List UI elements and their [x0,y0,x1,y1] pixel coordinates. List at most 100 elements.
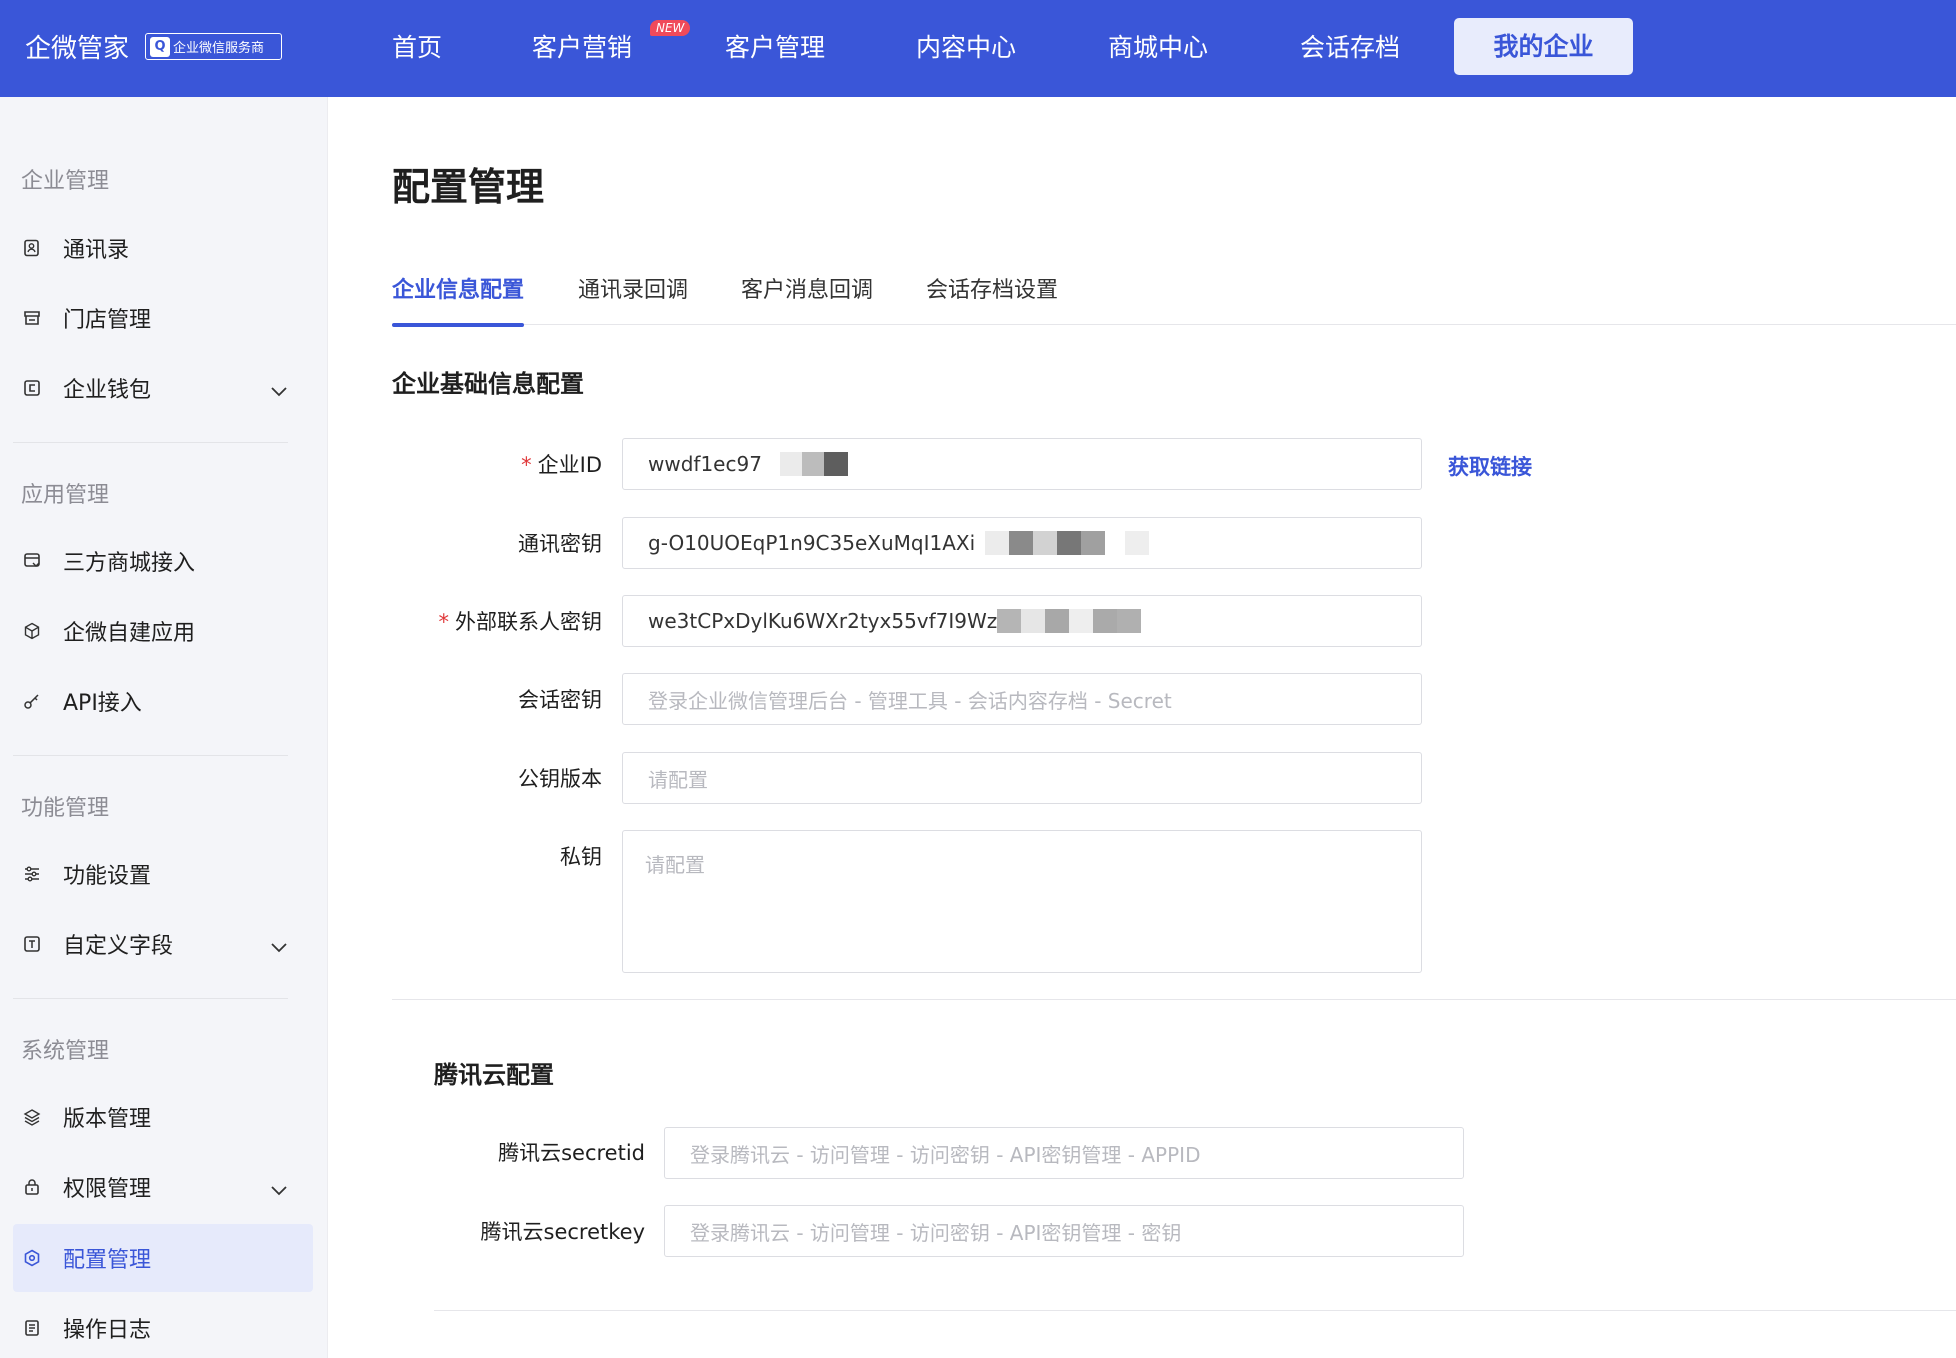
tencent-secretid-input[interactable]: 登录腾讯云 - 访问管理 - 访问密钥 - API密钥管理 - APPID [664,1127,1464,1179]
layers-icon [21,1106,43,1128]
sidebar-item-label: 自定义字段 [63,934,174,959]
label-text: 企业ID [537,453,602,477]
sidebar-item-custom-fields[interactable]: 自定义字段 [13,910,313,978]
mall-integration-icon [21,550,43,572]
sidebar-section-title: 功能管理 [21,796,110,821]
new-badge: NEW [650,20,691,36]
nav-session-archive[interactable]: 会话存档 [1300,28,1400,64]
sidebar-item-label: 通讯录 [63,238,130,263]
field-label-tencent-secretid: 腾讯云secretid [498,1141,645,1165]
cube-icon [21,620,43,642]
log-icon [21,1317,43,1339]
sidebar-item-label: API接入 [63,691,142,716]
field-label-session-secret: 会话密钥 [518,688,602,712]
redacted-block [1033,531,1058,555]
sliders-icon [21,863,43,885]
chevron-down-icon[interactable] [270,1177,288,1202]
nav-customer-marketing[interactable]: 客户营销 [532,28,632,64]
sidebar-section-title: 企业管理 [21,169,110,194]
section-divider [434,1310,1956,1311]
section-divider [392,999,1956,1000]
page-title: 配置管理 [392,165,545,209]
sidebar-section-title: 系统管理 [21,1039,110,1064]
sidebar-item-label: 权限管理 [63,1177,152,1202]
input-value: g-O10UOEqP1n9C35eXuMqI1AXi [648,531,976,555]
get-link-button[interactable]: 获取链接 [1448,451,1532,481]
sidebar-item-function-settings[interactable]: 功能设置 [13,840,313,908]
sidebar-divider [13,998,288,999]
private-key-textarea[interactable]: 请配置 [622,830,1422,973]
redacted-block [1021,609,1046,633]
external-contact-secret-input[interactable]: we3tCPxDylKu6WXr2tyx55vf7I9Wz [622,595,1422,647]
tab-enterprise-info[interactable]: 企业信息配置 [392,272,525,327]
sidebar-item-permissions[interactable]: 权限管理 [13,1153,313,1221]
redacted-block [1117,609,1142,633]
redacted-block [1093,609,1118,633]
sidebar-item-label: 三方商城接入 [63,551,196,576]
nav-my-enterprise[interactable]: 我的企业 [1454,18,1633,75]
sidebar-item-version[interactable]: 版本管理 [13,1083,313,1151]
required-mark: * [521,453,532,477]
input-value: wwdf1ec97 [648,452,762,476]
sidebar-divider [13,442,288,443]
wechat-work-icon: Q [150,36,170,57]
input-value: we3tCPxDylKu6WXr2tyx55vf7I9Wz [648,609,998,633]
sidebar-divider [13,755,288,756]
redacted-block [985,531,1010,555]
sidebar-item-label: 操作日志 [63,1318,152,1343]
nav-home[interactable]: 首页 [392,28,442,64]
redacted-block [1009,531,1034,555]
session-secret-input[interactable]: 登录企业微信管理后台 - 管理工具 - 会话内容存档 - Secret [622,673,1422,725]
chevron-down-icon[interactable] [270,378,288,403]
redacted-block [779,452,802,476]
sidebar-item-api[interactable]: API接入 [13,667,313,735]
section-title-tencent-cloud: 腾讯云配置 [434,1061,554,1089]
sidebar: 企业管理 通讯录 门店管理 企业钱包 应用管理 三方商城接入 企微自建应用 AP… [0,97,328,1358]
redacted-block [823,452,848,476]
sidebar-item-stores[interactable]: 门店管理 [13,284,313,352]
nav-mall-center[interactable]: 商城中心 [1108,28,1208,64]
sidebar-item-label: 版本管理 [63,1107,152,1132]
redacted-block [1125,531,1150,555]
redacted-block [1081,531,1106,555]
public-key-version-input[interactable]: 请配置 [622,752,1422,804]
contacts-secret-input[interactable]: g-O10UOEqP1n9C35eXuMqI1AXi [622,517,1422,569]
key-icon [21,690,43,712]
redacted-block [997,609,1022,633]
brand-badge-text: 企业微信服务商 [173,41,265,56]
redacted-block [1069,609,1094,633]
redacted-block [801,452,824,476]
store-icon [21,307,43,329]
text-field-icon [21,933,43,955]
sidebar-item-config[interactable]: 配置管理 [13,1224,313,1292]
sidebar-section-title: 应用管理 [21,483,110,508]
sidebar-item-wallet[interactable]: 企业钱包 [13,354,313,422]
sidebar-item-logs[interactable]: 操作日志 [13,1294,313,1358]
sidebar-item-contacts[interactable]: 通讯录 [13,214,313,282]
tab-bar: 企业信息配置 通讯录回调 客户消息回调 会话存档设置 [392,272,1956,327]
sidebar-item-label: 企业钱包 [63,378,152,403]
field-label-external-contact-secret: * 外部联系人密钥 [400,606,603,636]
sidebar-item-label: 配置管理 [63,1248,152,1273]
tab-contacts-callback[interactable]: 通讯录回调 [578,272,688,325]
brand-logo[interactable]: 企微管家 [25,28,129,65]
enterprise-id-input[interactable]: wwdf1ec97 [622,438,1422,490]
redacted-block [1045,609,1070,633]
label-text: 外部联系人密钥 [455,610,602,634]
field-label-private-key: 私钥 [560,845,602,869]
chevron-down-icon[interactable] [270,934,288,959]
field-label-public-key-version: 公钥版本 [518,767,602,791]
sidebar-item-custom-app[interactable]: 企微自建应用 [13,597,313,665]
sidebar-item-label: 功能设置 [63,864,152,889]
nav-content-center[interactable]: 内容中心 [916,28,1016,64]
redacted-block [1057,531,1082,555]
sidebar-item-label: 门店管理 [63,308,152,333]
tab-session-archive-settings[interactable]: 会话存档设置 [926,272,1058,325]
nav-customer-management[interactable]: 客户管理 [725,28,825,64]
tab-customer-message-callback[interactable]: 客户消息回调 [741,272,873,325]
field-label-contacts-secret: 通讯密钥 [518,532,602,556]
field-label-tencent-secretkey: 腾讯云secretkey [480,1220,646,1244]
sidebar-item-third-party-mall[interactable]: 三方商城接入 [13,527,313,595]
tencent-secretkey-input[interactable]: 登录腾讯云 - 访问管理 - 访问密钥 - API密钥管理 - 密钥 [664,1205,1464,1257]
sidebar-item-label: 企微自建应用 [63,621,196,646]
